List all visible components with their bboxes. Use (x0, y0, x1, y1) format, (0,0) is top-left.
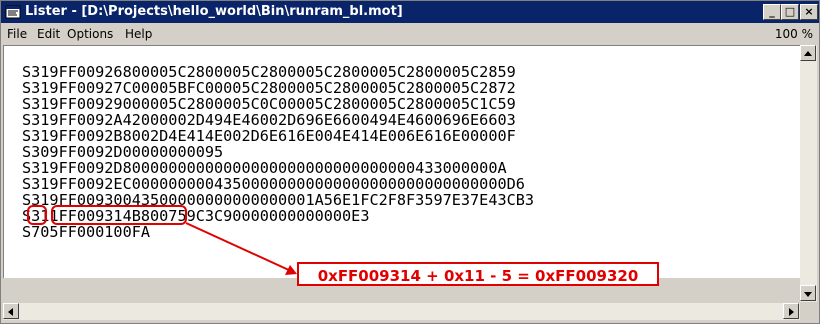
srecord-line: S319FF0092A42000002D494E46002D696E660049… (22, 111, 516, 129)
vertical-scrollbar[interactable] (800, 45, 817, 302)
window-title: Lister - [D:\Projects\hello_world\Bin\ru… (25, 4, 403, 19)
annotation-calculation: 0xFF009314 + 0x11 - 5 = 0xFF009320 (297, 262, 659, 286)
srecord-line: S319FF00927C00005BFC00005C2800005C280000… (22, 79, 516, 97)
srecord-line: S319FF00929000005C2800005C0C00005C280000… (22, 95, 516, 113)
close-button[interactable]: × (800, 4, 818, 20)
arrow-down-icon (804, 292, 812, 297)
file-content-area[interactable]: S319FF00926800005C2800005C2800005C280000… (3, 45, 801, 278)
menu-help[interactable]: Help (125, 23, 152, 45)
scroll-up-button[interactable] (800, 45, 816, 61)
title-bar[interactable]: Lister - [D:\Projects\hello_world\Bin\ru… (1, 1, 819, 23)
maximize-icon: □ (784, 5, 796, 18)
minimize-button[interactable]: _ (763, 4, 781, 20)
scroll-left-button[interactable] (3, 303, 19, 319)
srecord-line: S319FF0092D80000000000000000000000000000… (22, 159, 507, 177)
zoom-percent: 100 % (774, 27, 813, 41)
scroll-down-button[interactable] (800, 285, 816, 301)
menu-bar: File Edit Options Help 100 % (1, 23, 819, 45)
close-icon: × (804, 5, 814, 18)
maximize-button[interactable]: □ (781, 4, 799, 20)
menu-file[interactable]: File (7, 23, 27, 45)
srecord-line: S309FF0092D00000000095 (22, 143, 224, 161)
arrow-up-icon (804, 51, 812, 56)
minimize-icon: _ (769, 5, 775, 18)
lister-app-icon[interactable] (5, 4, 21, 20)
lister-window: Lister - [D:\Projects\hello_world\Bin\ru… (0, 0, 820, 324)
highlight-oval-length (27, 205, 47, 225)
arrow-left-icon (8, 308, 13, 316)
scroll-right-button[interactable] (783, 303, 799, 319)
menu-edit[interactable]: Edit (37, 23, 60, 45)
menu-options[interactable]: Options (67, 23, 113, 45)
arrow-right-icon (789, 308, 794, 316)
srecord-line: S319FF0092EC0000000004350000000000000000… (22, 175, 525, 193)
srecord-line: S705FF000100FA (22, 223, 151, 241)
horizontal-scrollbar[interactable] (3, 303, 800, 320)
srecord-line: S319FF0092B8002D4E414E002D6E616E004E414E… (22, 127, 516, 145)
highlight-oval-address (51, 205, 187, 225)
srecord-line: S319FF00926800005C2800005C2800005C280000… (22, 63, 516, 81)
